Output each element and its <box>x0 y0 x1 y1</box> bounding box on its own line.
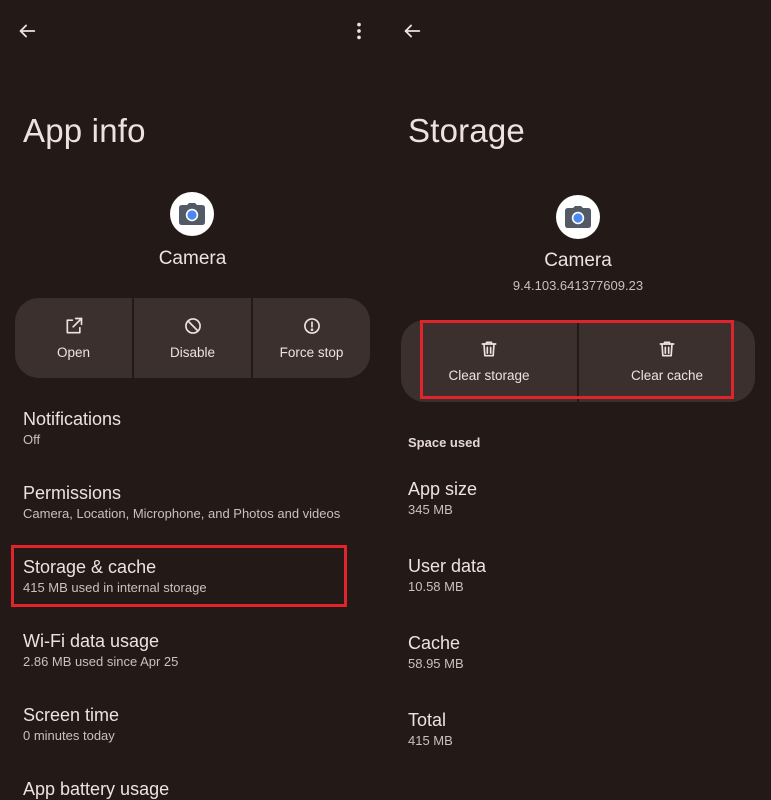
disable-button-label: Disable <box>169 345 216 360</box>
item-value: 10.58 MB <box>408 579 464 594</box>
app-name: Camera <box>544 250 612 271</box>
item-subtitle: 0 minutes today <box>23 728 115 743</box>
open-button-label: Open <box>56 345 91 360</box>
item-value: 345 MB <box>408 502 453 517</box>
disable-button[interactable]: Disable <box>132 298 251 378</box>
item-title: User data <box>408 556 487 576</box>
item-title: Storage & cache <box>23 557 157 577</box>
app-actions-group: Open Disable Force stop <box>15 298 370 378</box>
list-item-permissions[interactable]: Permissions Camera, Location, Microphone… <box>23 482 375 522</box>
list-item-screen-time[interactable]: Screen time 0 minutes today <box>23 704 375 744</box>
app-name: Camera <box>158 248 227 269</box>
list-item-wifi-data-usage[interactable]: Wi-Fi data usage 2.86 MB used since Apr … <box>23 630 375 670</box>
more-options-icon[interactable] <box>344 16 374 46</box>
item-subtitle: Off <box>23 432 41 447</box>
force-stop-button-label: Force stop <box>279 345 344 360</box>
item-title: App battery usage <box>23 779 170 799</box>
app-info-screen: App info Camera Open Disable Force stop … <box>0 0 385 800</box>
page-title: App info <box>23 112 146 149</box>
app-version: 9.4.103.641377609.23 <box>512 278 644 293</box>
clear-cache-button[interactable]: Clear cache <box>577 320 755 402</box>
item-value: 58.95 MB <box>408 656 464 671</box>
item-subtitle: 415 MB used in internal storage <box>23 580 207 595</box>
section-label-space-used: Space used <box>408 435 481 450</box>
item-title: Total <box>408 710 447 730</box>
list-item-app-battery-usage[interactable]: App battery usage <box>23 778 375 800</box>
list-item-app-size: App size 345 MB <box>408 478 761 518</box>
item-value: 415 MB <box>408 733 453 748</box>
list-item-storage-cache[interactable]: Storage & cache 415 MB used in internal … <box>23 556 375 596</box>
item-title: Screen time <box>23 705 120 725</box>
clear-storage-label: Clear storage <box>448 368 530 383</box>
open-button[interactable]: Open <box>15 298 132 378</box>
force-stop-button[interactable]: Force stop <box>251 298 370 378</box>
item-title: Wi-Fi data usage <box>23 631 160 651</box>
open-external-icon <box>66 317 82 334</box>
item-subtitle: 2.86 MB used since Apr 25 <box>23 654 179 669</box>
list-item-user-data: User data 10.58 MB <box>408 555 761 595</box>
storage-actions-group: Clear storage Clear cache <box>401 320 755 402</box>
alert-icon <box>303 318 320 334</box>
page-title: Storage <box>408 112 525 149</box>
storage-screen: Storage Camera 9.4.103.641377609.23 Clea… <box>385 0 771 800</box>
trash-icon <box>659 341 675 357</box>
list-item-cache: Cache 58.95 MB <box>408 632 761 672</box>
list-item-total: Total 415 MB <box>408 709 761 749</box>
camera-app-icon <box>170 192 214 236</box>
item-title: App size <box>408 479 478 499</box>
item-title: Notifications <box>23 409 122 429</box>
item-title: Permissions <box>23 483 122 503</box>
clear-storage-button[interactable]: Clear storage <box>401 320 577 402</box>
disable-icon <box>184 318 201 334</box>
item-subtitle: Camera, Location, Microphone, and Photos… <box>23 506 341 521</box>
item-title: Cache <box>408 633 461 653</box>
back-arrow-icon[interactable] <box>12 16 42 46</box>
list-item-notifications[interactable]: Notifications Off <box>23 408 375 448</box>
back-arrow-icon[interactable] <box>397 16 427 46</box>
trash-icon <box>481 341 497 357</box>
camera-app-icon <box>556 195 600 239</box>
clear-cache-label: Clear cache <box>630 368 704 383</box>
